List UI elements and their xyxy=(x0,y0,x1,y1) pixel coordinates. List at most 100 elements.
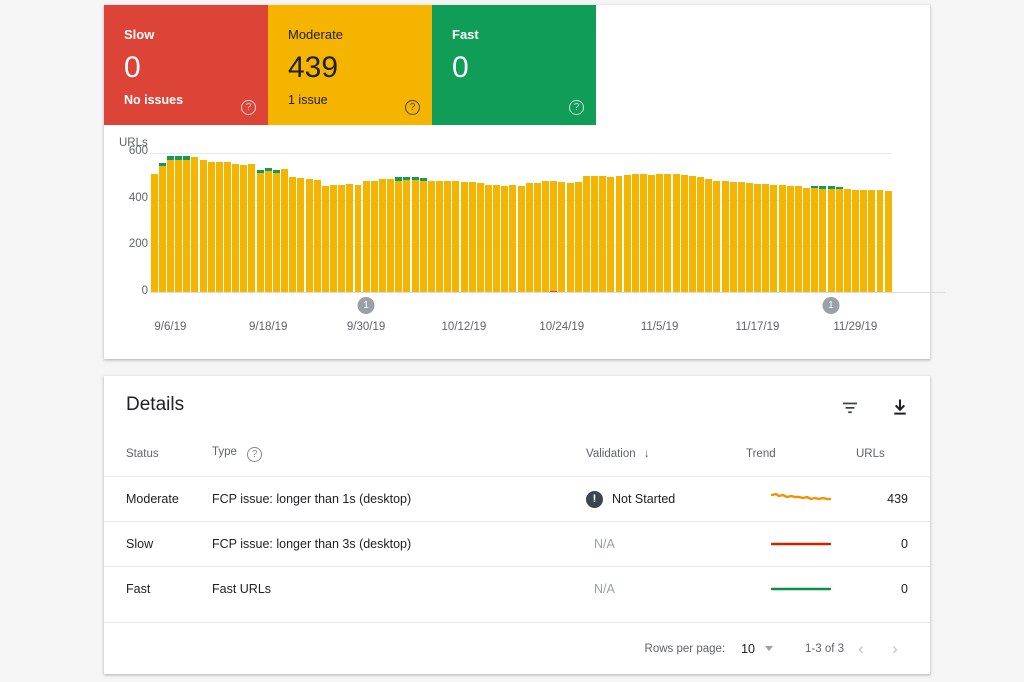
chart-bar[interactable] xyxy=(174,153,183,293)
chart-bar[interactable] xyxy=(256,153,264,293)
chart-bar[interactable] xyxy=(688,153,696,293)
chart-bar[interactable] xyxy=(713,153,721,293)
download-icon[interactable] xyxy=(888,396,912,420)
chart-bar[interactable] xyxy=(754,153,762,293)
chart-bar[interactable] xyxy=(223,153,231,293)
chart-bar[interactable] xyxy=(411,153,419,293)
column-header-urls[interactable]: URLs xyxy=(856,438,930,477)
cell-type[interactable]: FCP issue: longer than 3s (desktop) xyxy=(212,521,586,567)
cell-type[interactable]: Fast URLs xyxy=(212,566,586,612)
chart-bar[interactable] xyxy=(240,153,248,293)
chevron-down-icon[interactable] xyxy=(765,646,773,651)
chart-bar[interactable] xyxy=(582,153,590,293)
chart-bar[interactable] xyxy=(362,153,370,293)
chart-bar[interactable] xyxy=(207,153,215,293)
chart-bar[interactable] xyxy=(819,153,827,293)
help-icon[interactable]: ? xyxy=(405,100,420,115)
chart-bar[interactable] xyxy=(607,153,615,293)
chart-bar[interactable] xyxy=(533,153,541,293)
chart-bar[interactable] xyxy=(387,153,395,293)
chart-bar[interactable] xyxy=(631,153,639,293)
chart-bar[interactable] xyxy=(590,153,598,293)
chart-bar[interactable] xyxy=(183,153,191,293)
previous-page-button[interactable]: ‹ xyxy=(844,639,878,659)
chart-bar[interactable] xyxy=(403,153,411,293)
chart-bar[interactable] xyxy=(493,153,501,293)
chart-bar[interactable] xyxy=(378,153,386,293)
chart-bar[interactable] xyxy=(574,153,582,293)
chart-bar[interactable] xyxy=(305,153,313,293)
chart-bar[interactable] xyxy=(346,153,354,293)
chart-bar[interactable] xyxy=(542,153,550,293)
chart-bar[interactable] xyxy=(264,153,272,293)
chart-bar[interactable] xyxy=(191,153,199,293)
chart-bar[interactable] xyxy=(762,153,770,293)
status-card-fast[interactable]: Fast 0 ? xyxy=(432,5,596,125)
chart-bar[interactable] xyxy=(648,153,656,293)
chart-bar[interactable] xyxy=(876,153,884,293)
chart-bar[interactable] xyxy=(615,153,623,293)
chart-bar[interactable] xyxy=(566,153,574,293)
chart-bar[interactable] xyxy=(215,153,223,293)
chart-bar[interactable] xyxy=(419,153,427,293)
chart-bar[interactable] xyxy=(868,153,876,293)
chart-bar[interactable] xyxy=(248,153,256,293)
chart-bar[interactable] xyxy=(329,153,337,293)
chart-bar[interactable] xyxy=(737,153,745,293)
chart-bar[interactable] xyxy=(354,153,362,293)
chart-bar[interactable] xyxy=(509,153,517,293)
chart-bar[interactable] xyxy=(860,153,868,293)
column-header-type[interactable]: Type ? xyxy=(212,438,586,477)
chart-bar[interactable] xyxy=(166,153,174,293)
chart-bar[interactable] xyxy=(835,153,843,293)
status-card-moderate[interactable]: Moderate 439 1 issue ? xyxy=(268,5,432,125)
status-card-slow[interactable]: Slow 0 No issues ? xyxy=(104,5,268,125)
chart-bar[interactable] xyxy=(484,153,492,293)
chart-bar[interactable] xyxy=(623,153,631,293)
filter-icon[interactable] xyxy=(838,396,862,420)
chart-bar[interactable] xyxy=(778,153,786,293)
chart-bar[interactable] xyxy=(884,153,892,293)
chart-bar[interactable] xyxy=(452,153,460,293)
chart-bar[interactable] xyxy=(672,153,680,293)
chart-bar[interactable] xyxy=(321,153,329,293)
type-help-icon[interactable]: ? xyxy=(247,447,263,462)
chart-bar[interactable] xyxy=(705,153,713,293)
cell-type[interactable]: FCP issue: longer than 1s (desktop) xyxy=(212,476,586,522)
next-page-button[interactable]: › xyxy=(878,639,912,659)
chart-bar[interactable] xyxy=(313,153,321,293)
chart-bar[interactable] xyxy=(150,153,158,293)
chart-bar[interactable] xyxy=(501,153,509,293)
chart-bar[interactable] xyxy=(517,153,525,293)
help-icon[interactable]: ? xyxy=(241,100,256,115)
chart-bar[interactable] xyxy=(729,153,737,293)
chart-bar[interactable] xyxy=(639,153,647,293)
column-header-validation[interactable]: Validation ↓ xyxy=(586,438,746,477)
chart-bar[interactable] xyxy=(158,153,166,293)
chart-bar[interactable] xyxy=(272,153,280,293)
chart-bar[interactable] xyxy=(476,153,484,293)
chart-bar[interactable] xyxy=(468,153,476,293)
chart-bar[interactable] xyxy=(811,153,819,293)
annotation-marker[interactable]: 1 xyxy=(357,297,375,314)
chart-bar[interactable] xyxy=(427,153,435,293)
chart-bar[interactable] xyxy=(786,153,794,293)
table-row[interactable]: Slow FCP issue: longer than 3s (desktop) N… xyxy=(104,521,930,567)
chart-bar[interactable] xyxy=(680,153,688,293)
column-header-status[interactable]: Status xyxy=(104,438,212,477)
chart-bar[interactable] xyxy=(460,153,468,293)
annotation-marker[interactable]: 1 xyxy=(822,297,840,314)
chart-bar[interactable] xyxy=(599,153,607,293)
chart-bar[interactable] xyxy=(297,153,305,293)
chart-bar[interactable] xyxy=(664,153,672,293)
sort-arrow-icon[interactable]: ↓ xyxy=(644,448,650,460)
chart-bar[interactable] xyxy=(721,153,729,293)
chart-bar[interactable] xyxy=(199,153,207,293)
help-icon[interactable]: ? xyxy=(569,100,584,115)
chart-bar[interactable] xyxy=(289,153,297,293)
chart-bar[interactable] xyxy=(395,153,403,293)
chart-bar[interactable] xyxy=(843,153,851,293)
chart-bar[interactable] xyxy=(558,153,566,293)
chart-bar[interactable] xyxy=(851,153,859,293)
chart-bar[interactable] xyxy=(803,153,811,293)
